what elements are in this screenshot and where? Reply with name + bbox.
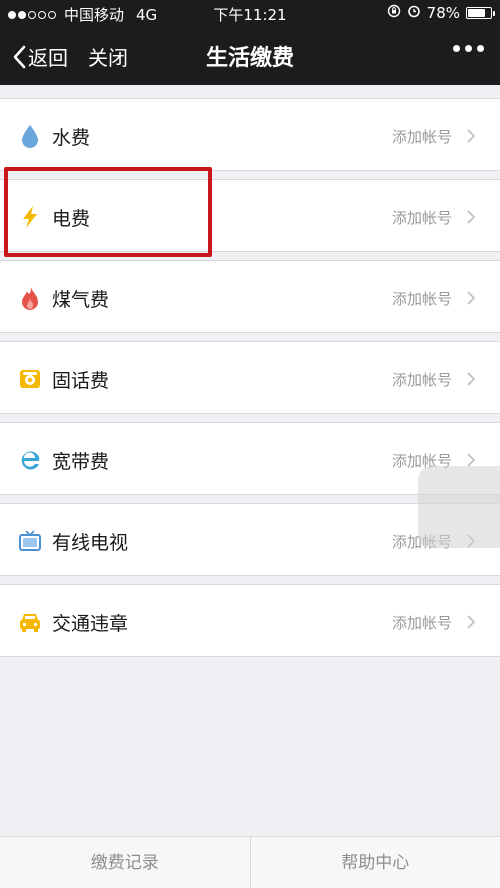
service-row-gas[interactable]: 煤气费 添加帐号 (0, 260, 500, 333)
status-icons: 78% (387, 4, 495, 22)
back-button[interactable]: 返回 (12, 42, 68, 71)
more-dot-icon (453, 45, 460, 52)
tv-icon (18, 528, 42, 554)
more-dot-icon (465, 45, 472, 52)
service-label: 煤气费 (52, 289, 110, 311)
back-label: 返回 (28, 46, 68, 70)
service-label: 交通违章 (52, 613, 129, 635)
add-account-link[interactable]: 添加帐号 (392, 126, 452, 147)
bottom-tab-bar: 缴费记录 帮助中心 (0, 836, 500, 888)
add-account-link[interactable]: 添加帐号 (392, 369, 452, 390)
chevron-right-icon (467, 129, 476, 143)
service-label: 水费 (52, 127, 91, 149)
car-icon (18, 609, 42, 635)
service-label: 电费 (52, 208, 91, 230)
internet-explorer-icon (18, 447, 42, 473)
service-row-electricity[interactable]: 电费 添加帐号 (0, 179, 500, 252)
add-account-link[interactable]: 添加帐号 (392, 612, 452, 633)
battery-percent: 78% (426, 4, 460, 22)
more-options-button[interactable] (453, 45, 484, 52)
water-drop-icon (18, 123, 42, 149)
rotation-lock-icon (387, 4, 401, 22)
battery-icon (466, 7, 495, 19)
service-label: 有线电视 (52, 532, 129, 554)
chevron-right-icon (467, 291, 476, 305)
status-bar: 中国移动 4G 下午11:21 78% (0, 0, 500, 27)
telephone-icon (18, 366, 42, 392)
flame-icon (18, 285, 42, 311)
service-row-landline[interactable]: 固话费 添加帐号 (0, 341, 500, 414)
lightning-icon (18, 204, 42, 230)
alarm-icon (407, 4, 421, 22)
more-dot-icon (477, 45, 484, 52)
chevron-right-icon (467, 615, 476, 629)
nav-bar: 返回 关闭 生活缴费 (0, 27, 500, 85)
assistive-touch-button[interactable] (418, 466, 500, 548)
chevron-right-icon (467, 210, 476, 224)
service-label: 固话费 (52, 370, 110, 392)
close-button[interactable]: 关闭 (88, 42, 128, 71)
add-account-link[interactable]: 添加帐号 (392, 207, 452, 228)
add-account-link[interactable]: 添加帐号 (392, 288, 452, 309)
chevron-right-icon (467, 372, 476, 386)
service-row-traffic-violation[interactable]: 交通违章 添加帐号 (0, 584, 500, 657)
service-label: 宽带费 (52, 451, 110, 473)
payment-records-tab[interactable]: 缴费记录 (0, 837, 250, 888)
help-center-tab[interactable]: 帮助中心 (249, 837, 500, 888)
chevron-left-icon (13, 45, 26, 68)
service-row-water[interactable]: 水费 添加帐号 (0, 98, 500, 171)
page-title: 生活缴费 (205, 46, 294, 71)
